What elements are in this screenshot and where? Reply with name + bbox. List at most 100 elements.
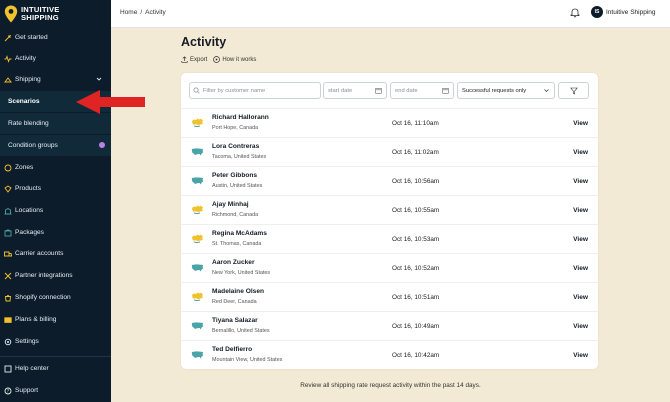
how-it-works-button[interactable]: How it works	[213, 56, 256, 63]
sidebar-item-label: Plans & billing	[15, 316, 57, 323]
usa-map-icon	[191, 322, 204, 330]
customer-location: Mountain View, United States	[212, 357, 283, 363]
table-row[interactable]: Lora Contreras Tacoma, United States Oct 1…	[181, 137, 598, 166]
request-timestamp: Oct 16, 11:02am	[392, 149, 439, 156]
table-row[interactable]: Richard Hallorann Port Hope, Canada Oct 16…	[181, 108, 598, 137]
table-row[interactable]: Peter Gibbons Austin, United States Oct 16…	[181, 166, 598, 195]
sidebar-item-label: Scenarios	[8, 98, 40, 105]
settings-icon	[4, 338, 12, 345]
chevron-down-icon[interactable]	[96, 76, 102, 82]
view-link[interactable]: View	[573, 294, 588, 301]
breadcrumb-home[interactable]: Home	[120, 9, 137, 16]
export-label: Export	[190, 56, 208, 63]
table-row[interactable]: Aaron Zucker New York, United States Oct 1…	[181, 253, 598, 282]
play-circle-icon	[213, 56, 221, 63]
filter-bar: Filter by customer name start date end d…	[189, 82, 589, 99]
view-link[interactable]: View	[573, 178, 588, 185]
breadcrumb: Home / Activity	[120, 9, 166, 16]
export-icon	[181, 56, 188, 63]
sidebar-item-plans-billing[interactable]: Plans & billing	[0, 309, 111, 330]
customer-location: Bernalillo, United States	[212, 328, 270, 334]
integrations-icon	[4, 272, 12, 279]
customer-location: St. Thomas, Canada	[212, 241, 262, 247]
customer-name: Madelaine Olsen	[212, 288, 265, 295]
view-link[interactable]: View	[573, 323, 588, 330]
sidebar-item-label: Zones	[15, 164, 34, 171]
sidebar-item-label: Settings	[15, 338, 39, 345]
red-arrow-annotation-icon	[76, 90, 145, 114]
end-date-placeholder: end date	[395, 87, 418, 94]
customer-name: Ted Delfierro	[212, 346, 253, 353]
sidebar-item-label: Shipping	[15, 76, 41, 83]
top-bar: Home / Activity IS Intuitive Shipping	[111, 0, 670, 28]
sidebar-item-carrier-accounts[interactable]: Carrier accounts	[0, 243, 111, 264]
request-timestamp: Oct 16, 11:10am	[392, 120, 439, 127]
search-icon	[193, 87, 200, 94]
sidebar-item-packages[interactable]: Packages	[0, 222, 111, 243]
sidebar-item-products[interactable]: Products	[0, 178, 111, 199]
view-link[interactable]: View	[573, 265, 588, 272]
table-row[interactable]: Ted Delfierro Mountain View, United State…	[181, 340, 598, 369]
canada-map-icon	[192, 205, 203, 215]
table-row[interactable]: Tiyana Salazar Bernalillo, United States O…	[181, 311, 598, 340]
location-pin-logo-icon	[4, 5, 18, 23]
sidebar-item-activity[interactable]: Activity	[0, 48, 111, 69]
customer-name: Peter Gibbons	[212, 172, 258, 179]
view-link[interactable]: View	[573, 236, 588, 243]
sidebar-item-shopify-connection[interactable]: Shopify connection	[0, 287, 111, 308]
sidebar: INTUITIVE SHIPPING Get started Activity …	[0, 0, 111, 402]
locations-icon	[4, 207, 12, 214]
table-row[interactable]: Ajay Minhaj Richmond, Canada Oct 16, 10:55…	[181, 195, 598, 224]
view-link[interactable]: View	[573, 352, 588, 359]
sidebar-item-settings[interactable]: Settings	[0, 331, 111, 352]
sidebar-item-label: Support	[15, 387, 39, 394]
end-date-field[interactable]: end date	[390, 82, 454, 99]
view-link[interactable]: View	[573, 207, 588, 214]
customer-name: Aaron Zucker	[212, 259, 255, 266]
brand-logo[interactable]: INTUITIVE SHIPPING	[0, 0, 111, 28]
help-icon	[4, 365, 12, 372]
usa-map-icon	[191, 264, 204, 272]
bell-icon[interactable]	[570, 7, 580, 18]
sidebar-item-help-center[interactable]: Help center	[0, 358, 111, 379]
shopify-icon	[4, 294, 12, 301]
page-title: Activity	[181, 35, 227, 49]
table-row[interactable]: Regina McAdams St. Thomas, Canada Oct 16, …	[181, 224, 598, 253]
usa-map-icon	[191, 148, 204, 156]
zones-icon	[4, 164, 12, 171]
sidebar-item-support[interactable]: ? Support	[0, 380, 111, 401]
customer-location: Port Hope, Canada	[212, 125, 259, 131]
customer-location: Tacoma, United States	[212, 154, 267, 160]
rocket-icon	[4, 34, 12, 41]
canada-map-icon	[192, 292, 203, 302]
filter-button[interactable]	[558, 82, 589, 99]
products-icon	[4, 184, 12, 193]
sidebar-item-rate-blending[interactable]: Rate blending	[0, 113, 111, 134]
sidebar-item-label: Partner integrations	[15, 272, 73, 279]
customer-name: Tiyana Salazar	[212, 317, 258, 324]
sidebar-item-shipping[interactable]: Shipping	[0, 69, 111, 90]
customer-name: Lora Contreras	[212, 143, 260, 150]
sidebar-item-locations[interactable]: Locations	[0, 200, 111, 221]
avatar[interactable]: IS	[591, 6, 603, 18]
chevron-down-icon	[544, 89, 549, 92]
sidebar-item-label: Locations	[15, 207, 44, 214]
sidebar-item-zones[interactable]: Zones	[0, 157, 111, 178]
sidebar-item-partner-integrations[interactable]: Partner integrations	[0, 265, 111, 286]
sidebar-item-label: Packages	[15, 229, 44, 236]
view-link[interactable]: View	[573, 120, 588, 127]
account-name[interactable]: Intuitive Shipping	[606, 9, 656, 16]
view-link[interactable]: View	[573, 149, 588, 156]
request-timestamp: Oct 16, 10:49am	[392, 323, 440, 330]
customer-search-field[interactable]: Filter by customer name	[189, 82, 321, 99]
status-filter-select[interactable]: Successful requests only	[457, 82, 555, 99]
sidebar-item-get-started[interactable]: Get started	[0, 27, 111, 48]
export-button[interactable]: Export	[181, 56, 207, 63]
brand-name: INTUITIVE SHIPPING	[21, 6, 60, 22]
billing-icon	[4, 316, 12, 323]
sidebar-item-condition-groups[interactable]: Condition groups	[0, 135, 111, 156]
start-date-field[interactable]: start date	[323, 82, 387, 99]
table-row[interactable]: Madelaine Olsen Red Deer, Canada Oct 16, 1…	[181, 282, 598, 311]
start-date-placeholder: start date	[328, 87, 353, 94]
request-timestamp: Oct 16, 10:42am	[392, 352, 440, 359]
